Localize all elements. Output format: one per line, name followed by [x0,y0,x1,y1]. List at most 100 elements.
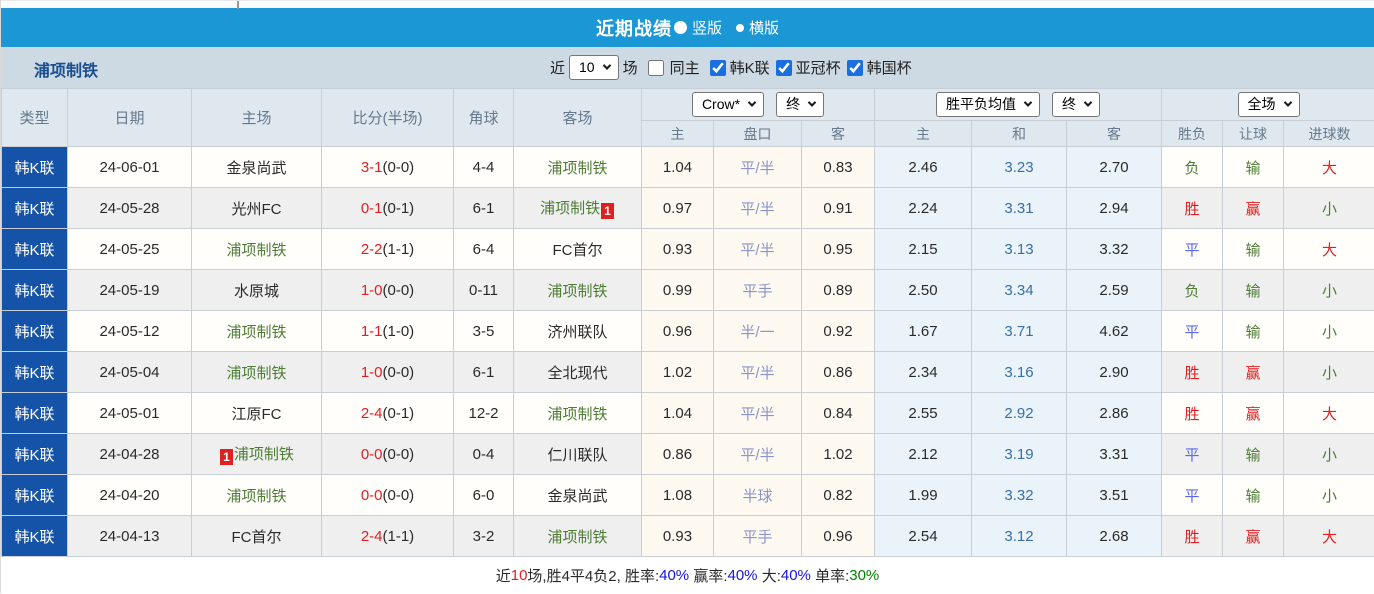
league-checkbox-label[interactable]: 韩国杯 [867,57,912,78]
avg-draw-odds: 3.32 [972,475,1067,516]
subcol-asian-home: 主 [642,121,714,147]
odds-time-dropdown[interactable]: 终 [776,92,824,117]
league-checkbox-label[interactable]: 韩K联 [730,57,770,78]
date-cell: 24-05-28 [68,188,192,229]
scope-dropdown[interactable]: 全场 [1238,92,1300,117]
avg-draw-odds: 3.31 [972,188,1067,229]
handicap-result-cell: 输 [1223,311,1284,352]
match-row: 韩K联24-06-01金泉尚武3-1(0-0)4-4浦项制铁1.04平/半0.8… [2,147,1374,188]
fulltime-score: 2-4 [361,405,383,422]
goals-result-cell: 大 [1284,229,1374,270]
top-strip [1,0,1374,8]
asian-away-odds: 0.82 [802,475,875,516]
results-table: 类型 日期 主场 比分(半场) 角球 客场 Crow* 终 [1,88,1374,557]
footer-segment: 单率: [811,565,849,586]
home-team-cell: 光州FC [192,188,322,229]
league-cell: 韩K联 [2,393,68,434]
league-cell: 韩K联 [2,434,68,475]
asian-home-odds: 0.93 [642,229,714,270]
fulltime-score: 1-1 [361,323,383,340]
horizontal-layout-label[interactable]: 横版 [749,17,779,38]
halftime-score: (0-0) [383,364,415,381]
footer-segment: 40% [659,567,689,584]
games-label: 场 [623,57,638,78]
footer-segment: 10 [511,567,528,584]
home-team-cell: 江原FC [192,393,322,434]
same-home-checkbox[interactable] [648,60,664,76]
avg-draw-odds: 3.13 [972,229,1067,270]
recent-count-dropdown[interactable]: 10 [569,55,619,80]
team-name: 浦项制铁 [547,160,607,177]
corners-cell: 6-1 [454,188,514,229]
date-cell: 24-04-28 [68,434,192,475]
vertical-layout-radio[interactable] [674,21,687,34]
asian-handicap: 平/半 [714,393,802,434]
match-row: 韩K联24-05-25浦项制铁2-2(1-1)6-4FC首尔0.93平/半0.9… [2,229,1374,270]
match-row: 韩K联24-05-19水原城1-0(0-0)0-11浦项制铁0.99平手0.89… [2,270,1374,311]
avg-time-dropdown[interactable]: 终 [1052,92,1100,117]
halftime-score: (1-0) [383,323,415,340]
team-name: 浦项制铁 [547,283,607,300]
asian-away-odds: 0.86 [802,352,875,393]
team-name: 江原FC [232,406,282,423]
avg-win-odds: 2.55 [875,393,972,434]
league-checkbox[interactable] [776,60,792,76]
team-name: 金泉尚武 [547,488,607,505]
score-cell: 3-1(0-0) [322,147,454,188]
result-cell: 胜 [1162,352,1223,393]
avg-win-odds: 2.24 [875,188,972,229]
asian-away-odds: 0.89 [802,270,875,311]
red-card-badge: 1 [220,449,233,465]
asian-handicap: 平/半 [714,147,802,188]
score-cell: 2-4(1-1) [322,516,454,557]
vertical-layout-label[interactable]: 竖版 [692,17,722,38]
avg-draw-odds: 3.23 [972,147,1067,188]
subcol-avg-win: 主 [875,121,972,147]
match-row: 韩K联24-05-12浦项制铁1-1(1-0)3-5济州联队0.96半/一0.9… [2,311,1374,352]
goals-result-cell: 小 [1284,311,1374,352]
col-header-type: 类型 [2,89,68,147]
fulltime-score: 0-0 [361,487,383,504]
avg-win-odds: 2.12 [875,434,972,475]
avg-time-value: 终 [1062,94,1076,114]
subcol-handicap: 盘口 [714,121,802,147]
footer-segment: 大: [758,565,781,586]
red-card-badge: 1 [601,203,614,219]
filter-controls: 近 10 场 同主 韩K联亚冠杯韩国杯 [546,47,912,88]
subcol-asian-away: 客 [802,121,875,147]
odds-source-dropdown[interactable]: Crow* [692,92,764,117]
handicap-result-cell: 赢 [1223,516,1284,557]
halftime-score: (0-0) [383,446,415,463]
handicap-result-cell: 赢 [1223,352,1284,393]
halftime-score: (1-1) [383,528,415,545]
league-checkbox[interactable] [847,60,863,76]
league-cell: 韩K联 [2,147,68,188]
chevron-down-icon [808,98,816,106]
avg-lose-odds: 2.90 [1067,352,1162,393]
horizontal-layout-radio[interactable] [736,24,744,32]
avg-source-dropdown[interactable]: 胜平负均值 [936,92,1040,117]
team-name: 全北现代 [547,365,607,382]
corners-cell: 12-2 [454,393,514,434]
asian-home-odds: 1.02 [642,352,714,393]
asian-away-odds: 0.84 [802,393,875,434]
match-row: 韩K联24-05-28光州FC0-1(0-1)6-1浦项制铁10.97平/半0.… [2,188,1374,229]
team-name: 浦项制铁 [226,324,286,341]
home-team-cell: 浦项制铁 [192,311,322,352]
table-header: 类型 日期 主场 比分(半场) 角球 客场 Crow* 终 [2,89,1374,147]
league-checkbox[interactable] [710,60,726,76]
footer-segment: 近 [496,565,511,586]
match-row: 韩K联24-05-01江原FC2-4(0-1)12-2浦项制铁1.04平/半0.… [2,393,1374,434]
team-name: 仁川联队 [547,447,607,464]
result-cell: 负 [1162,270,1223,311]
league-filters: 韩K联 亚冠杯 韩国杯 [704,57,912,78]
score-cell: 0-0(0-0) [322,434,454,475]
league-checkbox-label[interactable]: 亚冠杯 [796,57,841,78]
same-home-label[interactable]: 同主 [670,57,700,78]
corners-cell: 6-1 [454,352,514,393]
goals-result-cell: 小 [1284,352,1374,393]
home-team-cell: 金泉尚武 [192,147,322,188]
home-team-cell: 浦项制铁 [192,475,322,516]
goals-result-cell: 大 [1284,393,1374,434]
asian-handicap: 半/一 [714,311,802,352]
